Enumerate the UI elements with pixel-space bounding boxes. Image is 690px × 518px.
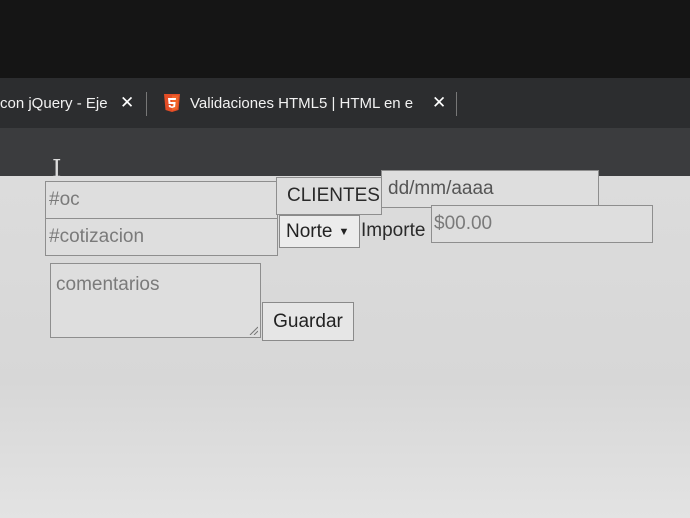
html5-icon [162, 93, 182, 113]
oc-input[interactable]: #oc [45, 181, 278, 219]
close-icon[interactable]: ✕ [120, 93, 134, 113]
region-selected-value: Norte [286, 220, 333, 242]
browser-toolbar [0, 128, 690, 176]
comentarios-placeholder: comentarios [56, 274, 160, 295]
tab-title: con jQuery - Eje [0, 94, 108, 112]
date-placeholder: dd/mm/aaaa [388, 178, 494, 199]
tab-separator [456, 92, 457, 116]
clientes-box: CLIENTES [276, 177, 382, 215]
resize-grip-icon[interactable] [248, 325, 258, 335]
tab-strip: con jQuery - Eje ✕ Validaciones HTML5 | … [0, 78, 690, 194]
chevron-down-icon: ▼ [338, 225, 350, 238]
oc-placeholder: #oc [49, 189, 80, 210]
importe-label: Importe [361, 220, 426, 241]
guardar-label: Guardar [273, 310, 343, 332]
cotizacion-placeholder: #cotizacion [49, 226, 145, 247]
importe-placeholder: $00.00 [434, 213, 493, 234]
region-select[interactable]: Norte ▼ [279, 215, 360, 248]
tab-separator [146, 92, 147, 116]
tab-jquery[interactable]: con jQuery - Eje ✕ [0, 78, 145, 128]
guardar-button[interactable]: Guardar [262, 302, 354, 341]
tab-validaciones[interactable]: Validaciones HTML5 | HTML en e ✕ [150, 78, 450, 128]
monitor-bezel [0, 0, 690, 78]
comentarios-textarea[interactable]: comentarios [50, 263, 261, 338]
close-icon[interactable]: ✕ [432, 93, 446, 113]
date-input[interactable]: dd/mm/aaaa [381, 170, 599, 208]
clientes-label: CLIENTES [287, 185, 380, 206]
cotizacion-input[interactable]: #cotizacion [45, 218, 278, 256]
tab-title: Validaciones HTML5 | HTML en e [190, 94, 414, 112]
importe-input[interactable]: $00.00 [431, 205, 653, 243]
